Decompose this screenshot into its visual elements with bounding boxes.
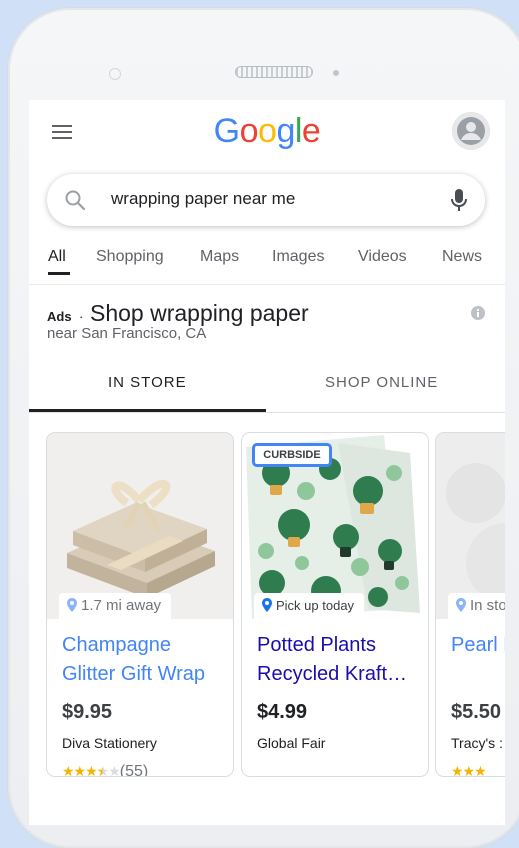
proximity-sensor (333, 70, 339, 76)
product-image (436, 433, 505, 619)
tab-shopping[interactable]: Shopping (96, 248, 164, 266)
search-icon[interactable] (63, 188, 87, 212)
ads-location: near San Francisco, CA (47, 325, 207, 342)
account-avatar[interactable] (452, 112, 490, 150)
active-store-tab-indicator (29, 409, 266, 412)
product-price: $5.50 (451, 701, 502, 723)
google-logo[interactable]: Google (29, 112, 505, 151)
distance-badge: In sto (448, 593, 505, 619)
search-tabs: All Shopping Maps Images Videos News (29, 244, 505, 285)
tab-in-store[interactable]: IN STORE (108, 374, 187, 391)
front-camera (109, 68, 121, 80)
distance-badge: 1.7 mi away (59, 593, 172, 619)
tab-videos[interactable]: Videos (358, 248, 407, 266)
tab-all[interactable]: All (48, 248, 66, 266)
active-tab-indicator (48, 272, 70, 275)
tab-news[interactable]: News (442, 248, 482, 266)
product-card[interactable]: 1.7 mi away Champagne Glitter Gift Wrap … (46, 432, 234, 777)
ads-separator: · (79, 309, 84, 324)
product-title[interactable]: Potted Plants Recycled Kraft… (257, 631, 422, 689)
product-title[interactable]: Champagne Glitter Gift Wrap (62, 631, 227, 689)
merchant-name: Tracy's : (451, 735, 503, 751)
curbside-tag: CURBSIDE (252, 443, 332, 467)
merchant-name: Diva Stationery (62, 735, 157, 751)
search-box[interactable]: wrapping paper near me (47, 174, 485, 226)
product-price: $4.99 (257, 701, 308, 723)
product-card[interactable]: In sto Pearl Eucal $5.50 Tracy's : ★★★ (435, 432, 505, 777)
product-rating: ★★★★★(55) (62, 763, 149, 777)
store-tabs: IN STORE SHOP ONLINE (29, 362, 505, 413)
ads-title: Shop wrapping paper (90, 300, 309, 326)
location-pin-icon (456, 598, 466, 612)
product-card[interactable]: CURBSIDE Pick up today Potted Plants Rec… (241, 432, 429, 777)
tab-images[interactable]: Images (272, 248, 324, 266)
ads-label: Ads (47, 309, 72, 324)
product-image (47, 433, 233, 619)
search-input[interactable]: wrapping paper near me (111, 189, 295, 209)
product-rating: ★★★ (451, 763, 487, 777)
info-icon[interactable] (471, 306, 485, 320)
star-rating-icon: ★★★★★ (62, 763, 121, 777)
star-rating-icon: ★★★ (451, 763, 487, 777)
earpiece-speaker (235, 66, 313, 78)
microphone-icon[interactable] (449, 187, 469, 213)
product-title[interactable]: Pearl Eucal (451, 631, 505, 660)
tab-maps[interactable]: Maps (200, 248, 239, 266)
phone-screen: Google wrapping paper near me All Shoppi… (29, 100, 505, 825)
merchant-name: Global Fair (257, 735, 326, 751)
location-pin-icon (67, 598, 77, 612)
review-count: (55) (119, 763, 149, 777)
pickup-badge: Pick up today (254, 593, 365, 619)
product-price: $9.95 (62, 701, 113, 723)
tab-shop-online[interactable]: SHOP ONLINE (325, 374, 438, 391)
location-pin-icon (262, 598, 272, 612)
person-icon (452, 112, 490, 150)
